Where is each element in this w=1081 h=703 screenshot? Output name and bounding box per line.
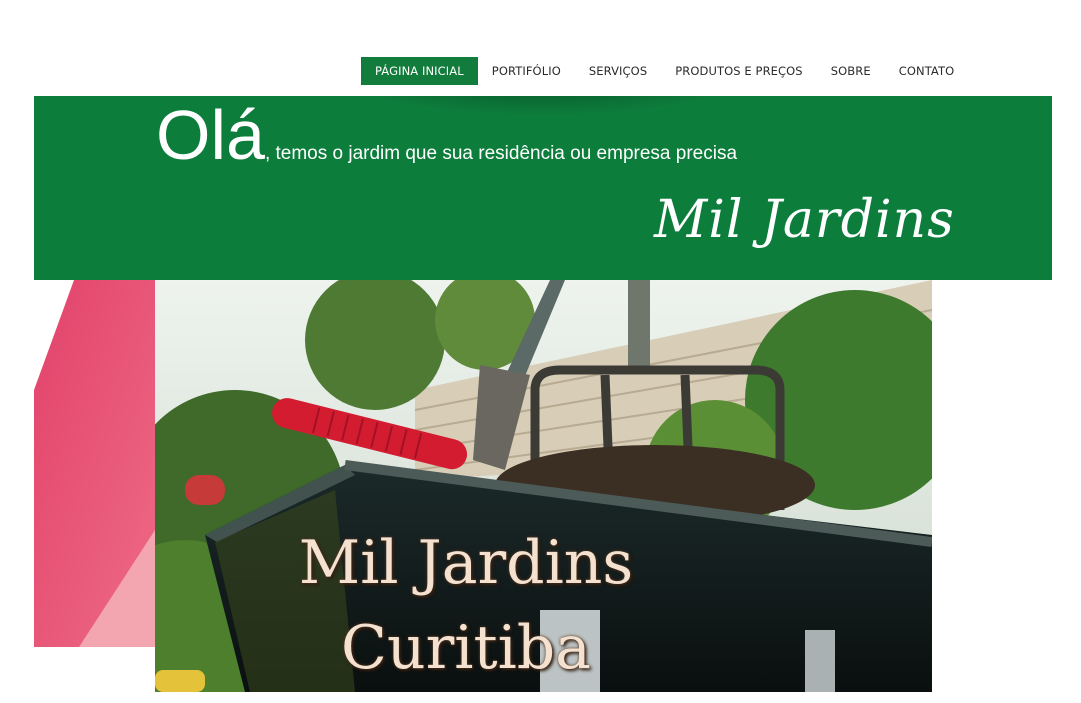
nav-item-servicos[interactable]: SERVIÇOS: [575, 57, 661, 85]
nav-item-pagina-inicial[interactable]: PÁGINA INICIAL: [361, 57, 478, 85]
garden-photo: Mil Jardins Curitiba: [155, 280, 932, 692]
nav-item-contato[interactable]: CONTATO: [885, 57, 969, 85]
hero-banner: Olá, temos o jardim que sua residência o…: [34, 96, 1052, 280]
nav-item-sobre[interactable]: SOBRE: [817, 57, 885, 85]
main-navigation: PÁGINA INICIAL PORTIFÓLIO SERVIÇOS PRODU…: [361, 57, 968, 85]
greeting-subtitle: , temos o jardim que sua residência ou e…: [264, 143, 738, 164]
nav-item-portifolio[interactable]: PORTIFÓLIO: [478, 57, 575, 85]
photo-title-line2: Curitiba: [341, 613, 591, 683]
pink-decoration: [34, 280, 155, 647]
greeting-text: Olá, temos o jardim que sua residência o…: [156, 100, 737, 170]
photo-title-line1: Mil Jardins: [298, 528, 634, 598]
greeting-big: Olá: [156, 96, 265, 174]
brand-logo-text: Mil Jardins: [654, 190, 955, 250]
nav-item-produtos-e-precos[interactable]: PRODUTOS E PREÇOS: [661, 57, 816, 85]
